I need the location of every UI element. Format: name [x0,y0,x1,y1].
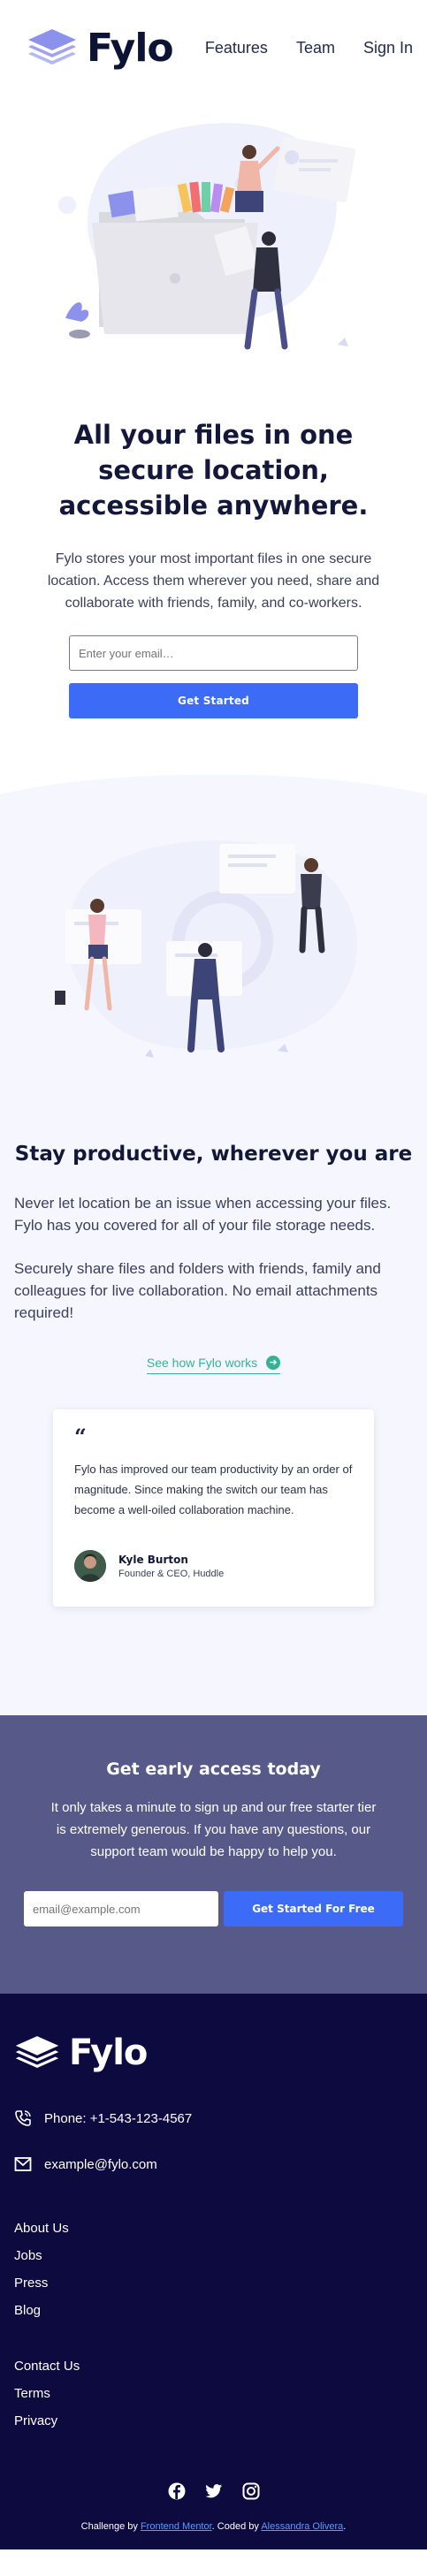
footer-contact: Phone: +1-543-123-4567 example@fylo.com [14,2073,413,2174]
early-access-title: Get early access today [106,1759,321,1779]
section-curve-divider [0,763,427,805]
footer-brand-logo[interactable]: Fylo [14,2033,413,2073]
productive-paragraph-2: Securely share files and folders with fr… [14,1260,381,1321]
social-links [14,2440,413,2500]
hero-illustration [57,123,355,350]
footer-email-text: example@fylo.com [44,2156,157,2172]
attribution-middle: . Coded by [211,2521,262,2532]
frontend-mentor-link[interactable]: Frontend Mentor [141,2521,212,2532]
footer-links-group-2: Contact Us Terms Privacy [14,2329,413,2440]
early-access-email-input[interactable] [24,1891,218,1926]
site-header: Fylo Features Team Sign In [0,0,427,95]
nav-link-sign-in[interactable]: Sign In [363,39,413,57]
footer-link-privacy[interactable]: Privacy [14,2413,413,2440]
see-how-wrapper: See how Fylo works ➜ [0,1324,427,1374]
layers-logo-icon [15,2036,59,2069]
brand-name: Fylo [87,25,174,71]
layers-logo-icon [28,29,76,65]
site-footer: Fylo Phone: +1-543-123-4567 example@fylo… [0,1994,427,2549]
author-details: Kyle Burton Founder & CEO, Huddle [118,1554,224,1579]
early-access-form: Get Started For Free [11,1863,416,1926]
testimonial-quote: Fylo has improved our team productivity … [74,1463,353,1516]
footer-link-about-us[interactable]: About Us [14,2220,413,2247]
footer-email: example@fylo.com [14,2154,413,2174]
twitter-icon[interactable] [204,2482,223,2500]
footer-link-terms[interactable]: Terms [14,2385,413,2413]
main-nav: Features Team Sign In [205,39,413,57]
attribution-prefix: Challenge by [80,2521,141,2532]
hero-description: Fylo stores your most important files in… [47,551,380,611]
productive-illustration [54,840,357,1058]
hero-title: All your files in one secure location, a… [58,420,369,521]
phone-icon [15,2110,31,2126]
see-how-fylo-works-link[interactable]: See how Fylo works ➜ [146,1356,281,1374]
footer-phone-text: Phone: +1-543-123-4567 [44,2110,193,2126]
arrow-right-icon: ➜ [266,1356,281,1370]
instagram-icon[interactable] [242,2482,260,2500]
hero-section: All your files in one secure location, a… [0,106,427,718]
mail-icon [14,2157,32,2171]
hero-signup-form: Get Started [0,614,427,718]
get-started-free-button[interactable]: Get Started For Free [224,1891,403,1926]
avatar-portrait-icon [74,1550,106,1582]
productive-paragraph-1: Never let location be an issue when acce… [14,1195,392,1234]
author-name: Kyle Burton [118,1553,188,1566]
author-link[interactable]: Alessandra Olivera [261,2521,343,2532]
testimonial-card: “ Fylo has improved our team productivit… [53,1410,374,1607]
get-started-button[interactable]: Get Started [69,683,358,718]
quote-icon: “ [74,1424,87,1449]
facebook-icon[interactable] [168,2482,186,2500]
testimonial-author: Kyle Burton Founder & CEO, Huddle [74,1520,353,1582]
nav-link-features[interactable]: Features [205,39,268,57]
footer-link-contact-us[interactable]: Contact Us [14,2358,413,2385]
early-access-description: It only takes a minute to sign up and ou… [50,1800,377,1859]
footer-brand-name: Fylo [69,2033,148,2073]
see-how-link-label: See how Fylo works [146,1356,258,1370]
early-access-section: Get early access today It only takes a m… [0,1715,427,1994]
hero-email-input[interactable] [69,635,358,671]
footer-link-press[interactable]: Press [14,2275,413,2302]
brand-logo[interactable]: Fylo [27,25,174,71]
footer-phone: Phone: +1-543-123-4567 [14,2109,413,2128]
attribution: Challenge by Frontend Mentor. Coded by A… [14,2500,413,2532]
nav-link-team[interactable]: Team [296,39,335,57]
footer-link-jobs[interactable]: Jobs [14,2247,413,2275]
author-role: Founder & CEO, Huddle [118,1568,225,1579]
footer-link-blog[interactable]: Blog [14,2302,413,2329]
footer-links-group-1: About Us Jobs Press Blog [14,2174,413,2329]
attribution-suffix: . [343,2521,347,2532]
productive-section: Stay productive, wherever you are Never … [0,763,427,1715]
avatar [74,1550,106,1582]
productive-title: Stay productive, wherever you are [14,1143,413,1166]
